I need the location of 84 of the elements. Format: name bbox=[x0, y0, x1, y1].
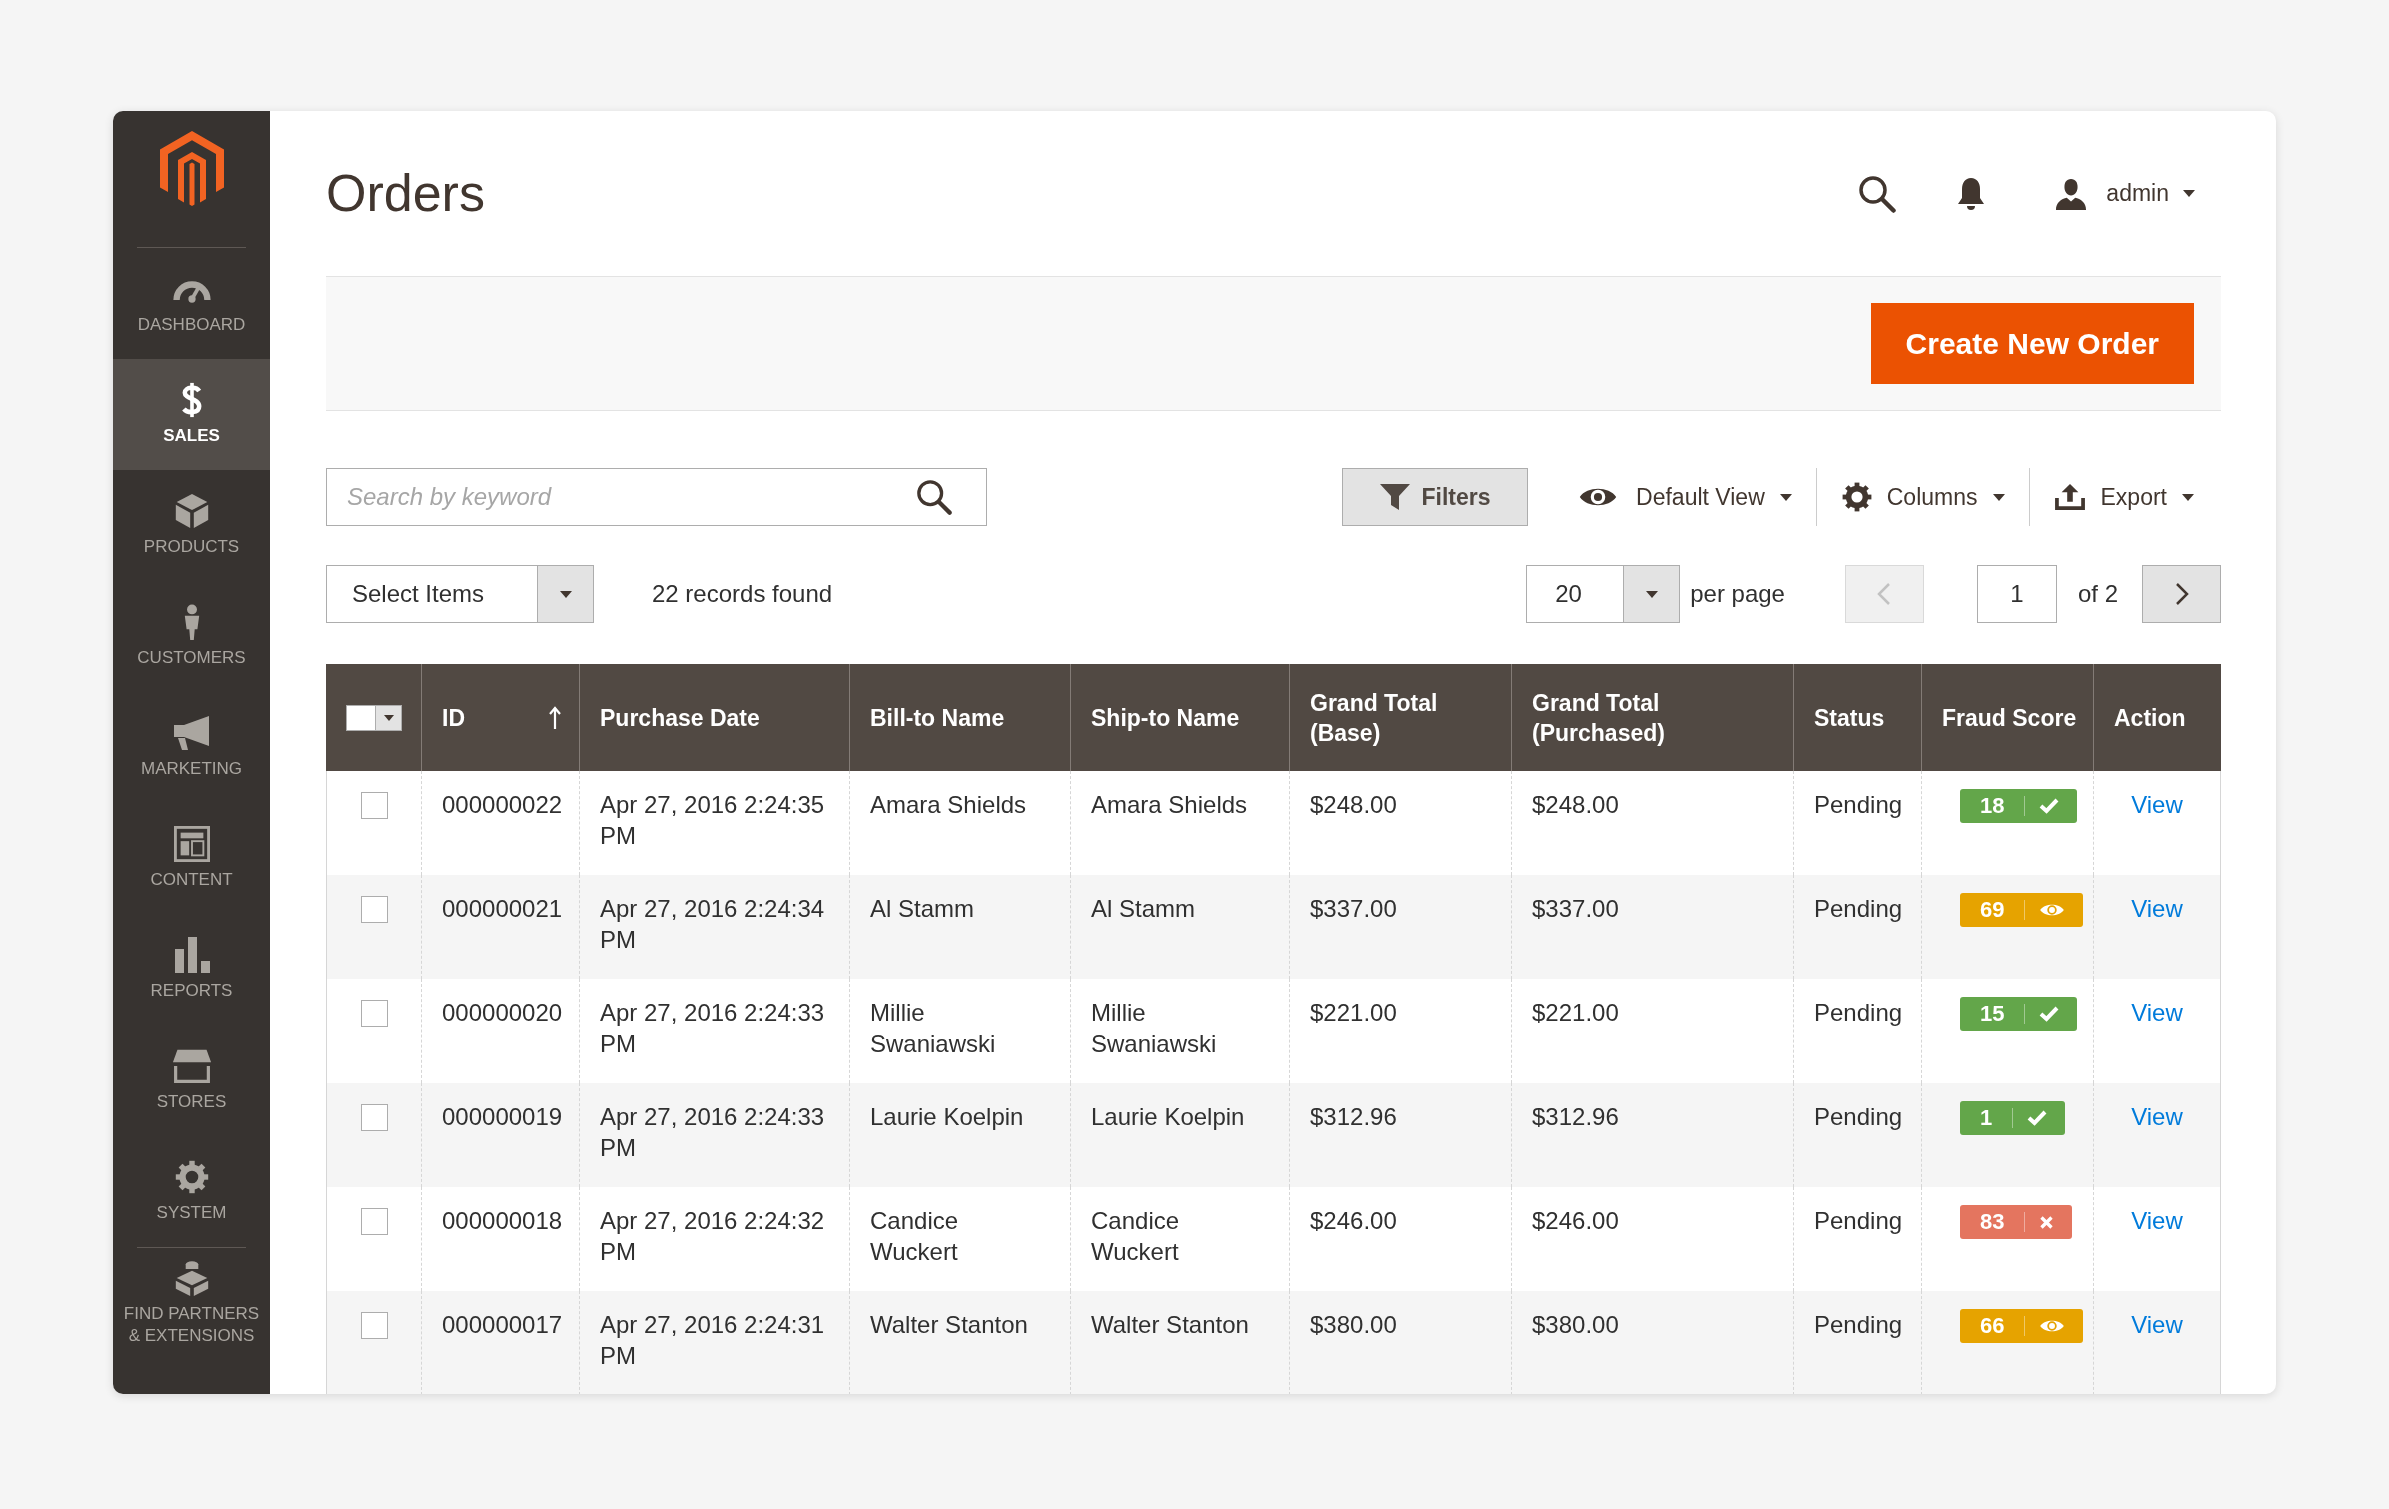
check-icon bbox=[2039, 798, 2060, 814]
sidebar-item[interactable]: REPORTS bbox=[113, 914, 270, 1025]
select-all-checkbox[interactable] bbox=[346, 704, 402, 731]
page-total: of 2 bbox=[2077, 580, 2118, 608]
column-header[interactable]: Fraud Score bbox=[1921, 664, 2093, 771]
table-cell: Walter Stanton bbox=[1070, 1291, 1289, 1394]
eye-icon bbox=[2039, 1318, 2066, 1334]
view-link[interactable]: View bbox=[2131, 999, 2183, 1026]
table-cell: Walter Stanton bbox=[849, 1291, 1070, 1394]
row-checkbox[interactable] bbox=[360, 1312, 388, 1339]
row-checkbox[interactable] bbox=[360, 1208, 388, 1235]
sidebar-item[interactable]: FIND PARTNERS & EXTENSIONS bbox=[113, 1248, 270, 1359]
fraud-score: 18 bbox=[1980, 792, 2005, 820]
next-page-button[interactable] bbox=[2142, 565, 2221, 623]
upload-icon bbox=[2053, 483, 2086, 511]
column-header[interactable]: Action bbox=[2093, 664, 2221, 771]
view-link[interactable]: View bbox=[2131, 791, 2183, 818]
sidebar-item[interactable]: CONTENT bbox=[113, 803, 270, 914]
column-header[interactable]: Grand Total (Base) bbox=[1289, 664, 1511, 771]
column-header[interactable]: ID bbox=[421, 664, 579, 771]
table-cell: Apr 27, 2016 2:24:31 PM bbox=[579, 1291, 849, 1394]
caret-icon bbox=[383, 714, 394, 721]
check-icon bbox=[2039, 1006, 2060, 1022]
filters-button[interactable]: Filters bbox=[1342, 468, 1529, 526]
view-link[interactable]: View bbox=[2131, 1207, 2183, 1234]
view-dropdown[interactable]: Default View bbox=[1578, 468, 1792, 526]
table-cell: Pending bbox=[1793, 1291, 1921, 1394]
sidebar-item[interactable]: DASHBOARD bbox=[113, 248, 270, 359]
create-order-button[interactable]: Create New Order bbox=[1870, 303, 2194, 384]
chevron-left-icon bbox=[1877, 582, 1892, 606]
sidebar-item[interactable]: PRODUCTS bbox=[113, 470, 270, 581]
column-header[interactable]: Purchase Date bbox=[579, 664, 849, 771]
row-checkbox[interactable] bbox=[360, 1104, 388, 1131]
close-icon bbox=[2039, 1214, 2055, 1230]
caret-icon bbox=[2183, 190, 2195, 197]
column-header[interactable]: Ship-to Name bbox=[1070, 664, 1289, 771]
row-checkbox[interactable] bbox=[360, 896, 388, 923]
search-icon[interactable] bbox=[916, 479, 952, 515]
column-header[interactable]: Bill-to Name bbox=[849, 664, 1070, 771]
funnel-icon bbox=[1379, 484, 1410, 510]
fraud-score: 15 bbox=[1980, 1000, 2005, 1028]
sidebar-item[interactable]: SYSTEM bbox=[113, 1136, 270, 1247]
fraud-score: 69 bbox=[1980, 896, 2005, 924]
table-cell: $380.00 bbox=[1289, 1291, 1511, 1394]
check-icon bbox=[2027, 1110, 2048, 1126]
layout-icon bbox=[171, 826, 212, 862]
view-link[interactable]: View bbox=[2131, 1311, 2183, 1338]
fraud-score: 66 bbox=[1980, 1312, 2005, 1340]
view-link[interactable]: View bbox=[2131, 1103, 2183, 1130]
columns-dropdown[interactable]: Columns bbox=[1840, 468, 2005, 526]
sidebar-item[interactable]: SALES bbox=[113, 359, 270, 470]
user-icon bbox=[2055, 177, 2088, 210]
caret-icon bbox=[2182, 493, 2194, 501]
page-number-field[interactable]: 1 bbox=[1976, 565, 2057, 623]
sidebar-item[interactable]: MARKETING bbox=[113, 692, 270, 803]
gear-icon bbox=[1840, 481, 1873, 513]
records-count: 22 records found bbox=[652, 580, 833, 608]
logo-icon[interactable] bbox=[159, 131, 224, 206]
search-icon[interactable] bbox=[1858, 174, 1897, 213]
table-cell: $380.00 bbox=[1511, 1291, 1793, 1394]
page-size-dropdown[interactable]: 20 bbox=[1526, 565, 1681, 623]
page-size-label: per page bbox=[1690, 580, 1785, 608]
row-checkbox[interactable] bbox=[360, 1000, 388, 1027]
column-header[interactable]: Grand Total (Purchased) bbox=[1511, 664, 1793, 771]
sidebar-item[interactable]: STORES bbox=[113, 1025, 270, 1136]
table-cell: 000000017 bbox=[421, 1291, 579, 1394]
megaphone-icon bbox=[171, 715, 212, 751]
user-menu[interactable]: admin bbox=[2055, 177, 2195, 210]
export-dropdown[interactable]: Export bbox=[2053, 468, 2194, 526]
page-title: Orders bbox=[326, 163, 486, 225]
column-header[interactable]: Status bbox=[1793, 664, 1921, 771]
mass-action-dropdown[interactable]: Select Items bbox=[326, 565, 594, 623]
caret-icon bbox=[559, 590, 572, 598]
eye-icon bbox=[2039, 902, 2066, 918]
caret-icon bbox=[1779, 493, 1792, 501]
row-checkbox[interactable] bbox=[360, 792, 388, 819]
chevron-right-icon bbox=[2174, 582, 2189, 606]
fraud-score: 83 bbox=[1980, 1208, 2005, 1236]
view-link[interactable]: View bbox=[2131, 895, 2183, 922]
sidebar-item[interactable]: CUSTOMERS bbox=[113, 581, 270, 692]
caret-icon bbox=[1992, 493, 2005, 501]
storefront-icon bbox=[171, 1048, 212, 1084]
fraud-score: 1 bbox=[1980, 1104, 1993, 1132]
caret-icon bbox=[1645, 590, 1658, 598]
